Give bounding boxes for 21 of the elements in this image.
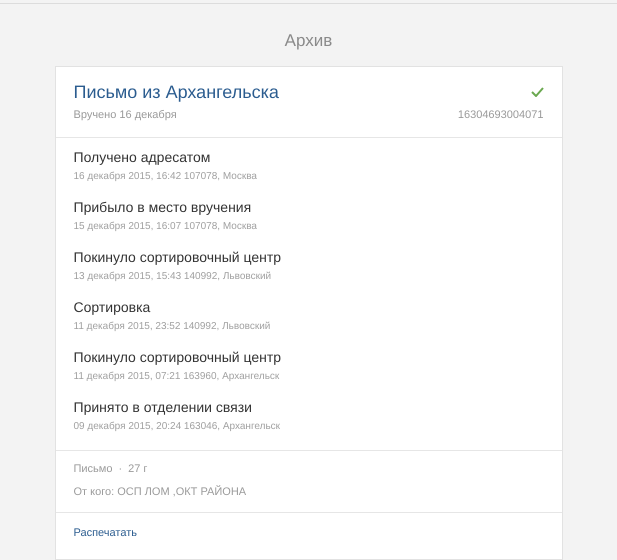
event-status: Сортировка [74, 298, 152, 316]
page-title: Архив [284, 30, 332, 52]
event-status: Покинуло сортировочный центр [74, 348, 282, 366]
item-type: Письмо [74, 462, 112, 477]
event-details: 11 декабря 2015, 23:52 140992, Львовский [74, 320, 272, 334]
event-status: Получено адресатом [74, 148, 212, 166]
item-title: Письмо из Архангельска [74, 80, 279, 102]
print-link[interactable]: Распечатать [74, 527, 137, 539]
event-details: 13 декабря 2015, 15:43 140992, Львовский [74, 270, 272, 284]
separator-dot: · [118, 462, 122, 477]
event-details: 15 декабря 2015, 16:07 107078, Москва [74, 220, 258, 234]
event-status: Покинуло сортировочный центр [74, 248, 282, 266]
event-status: Принято в отделении связи [74, 398, 253, 416]
event-details: 16 декабря 2015, 16:42 107078, Москва [74, 170, 258, 184]
event-status: Прибыло в место вручения [74, 198, 252, 216]
event-details: 09 декабря 2015, 20:24 163046, Архангельск [74, 420, 282, 434]
item-weight: 27 г [128, 462, 148, 477]
tracking-number: 16304693004071 [458, 108, 544, 122]
event-details: 11 декабря 2015, 07:21 163960, Архангельск [74, 370, 280, 384]
delivery-status: Вручено 16 декабря [74, 108, 178, 122]
sender-info: От кого: ОСП ЛОМ ,ОКТ РАЙОНА [74, 484, 248, 500]
